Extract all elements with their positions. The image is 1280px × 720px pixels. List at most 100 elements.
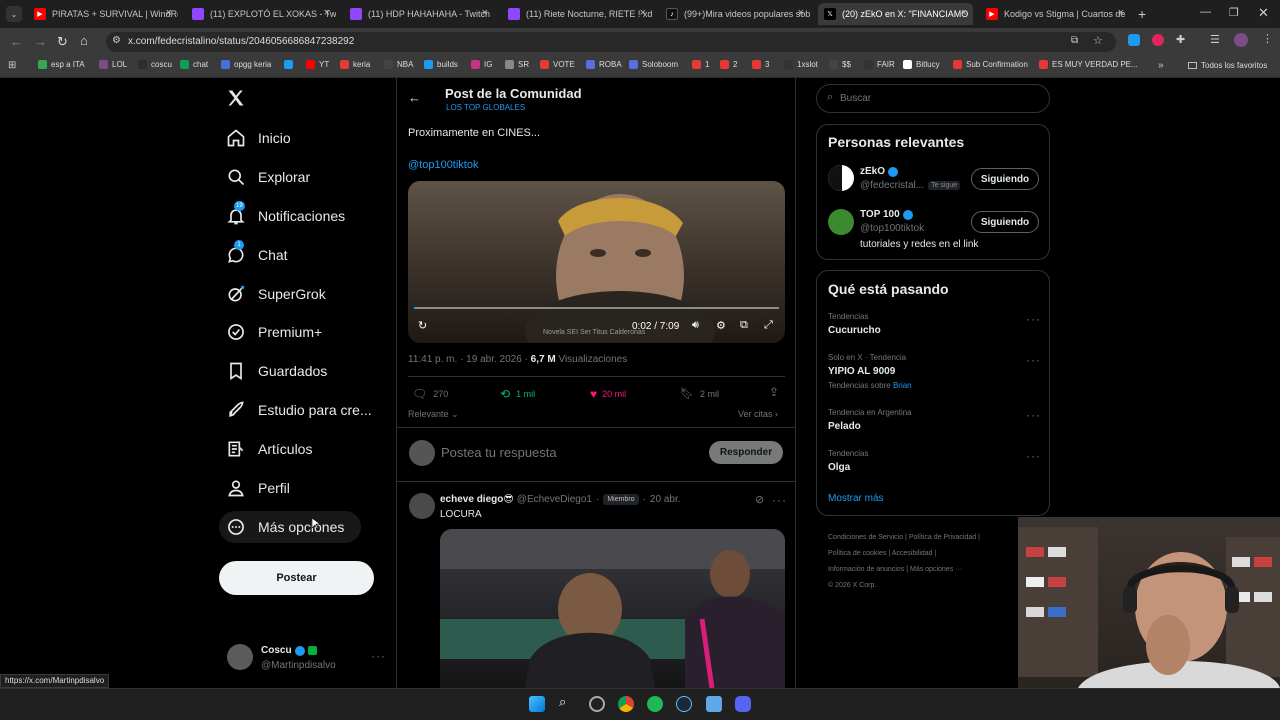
trend-extra-link[interactable]: Brian bbox=[893, 381, 912, 390]
site-info-icon[interactable]: ⚙ bbox=[112, 35, 121, 46]
sidebar-item-mas-opciones[interactable]: Más opciones bbox=[226, 513, 344, 541]
extension-icon[interactable] bbox=[1128, 34, 1140, 46]
bookmark-item[interactable]: FAIR bbox=[864, 60, 895, 69]
search-input[interactable]: ⌕ Buscar bbox=[816, 84, 1050, 113]
account-switcher[interactable]: Coscu @Martinpdisalvo ··· bbox=[227, 643, 387, 675]
bookmark-item[interactable]: chat bbox=[180, 60, 208, 69]
person-name[interactable]: zEkO bbox=[860, 166, 885, 177]
view-quotes-link[interactable]: Ver citas › bbox=[738, 409, 778, 419]
trend-more-icon[interactable]: ··· bbox=[1026, 408, 1041, 422]
bookmark-item[interactable]: 1xslot bbox=[784, 60, 818, 69]
bookmark-action[interactable]: 🔖︎ 2 mil bbox=[680, 387, 719, 400]
sidebar-item-premium[interactable]: Premium+ bbox=[226, 318, 322, 346]
sidebar-item-notificaciones[interactable]: 19 Notificaciones bbox=[226, 201, 345, 230]
browser-tab[interactable]: (11) HDP HAHAHAHA - Twitch × bbox=[344, 3, 494, 25]
close-tab-icon[interactable]: × bbox=[640, 7, 646, 19]
repost-action[interactable]: ⟲ 1 mil bbox=[500, 387, 535, 401]
bookmark-item[interactable]: LOL bbox=[99, 60, 127, 69]
app-icon[interactable] bbox=[589, 696, 605, 712]
spotify-icon[interactable] bbox=[647, 696, 663, 712]
bookmark-item[interactable]: VOTE bbox=[540, 60, 575, 69]
bookmark-item[interactable]: coscu bbox=[138, 60, 172, 69]
minimize-button[interactable]: — bbox=[1200, 6, 1211, 18]
back-arrow-icon[interactable]: ← bbox=[408, 90, 421, 105]
extension-icon[interactable] bbox=[1152, 34, 1164, 46]
close-tab-icon[interactable]: × bbox=[1118, 7, 1124, 19]
star-icon[interactable]: ☆ bbox=[1093, 34, 1103, 47]
discord-icon[interactable] bbox=[735, 696, 751, 712]
trend-item[interactable]: Tendencias Cucurucho ··· bbox=[817, 309, 1049, 345]
replay-icon[interactable]: ↻ bbox=[418, 319, 427, 332]
reply-input[interactable]: Postea tu respuesta bbox=[441, 445, 696, 460]
x-logo-icon[interactable] bbox=[226, 88, 248, 110]
person-name[interactable]: TOP 100 bbox=[860, 209, 900, 220]
forward-icon[interactable]: → bbox=[34, 34, 47, 49]
reply-author-name[interactable]: echeve diego😎 bbox=[440, 494, 514, 505]
reply-video[interactable] bbox=[440, 529, 785, 688]
reply-author-handle[interactable]: @EcheveDiego1 bbox=[517, 494, 592, 505]
chrome-icon[interactable] bbox=[618, 696, 634, 712]
browser-tab[interactable]: ▶ Kodigo vs Stigma | Cuartos de × bbox=[980, 3, 1130, 25]
post-button[interactable]: Postear bbox=[219, 561, 374, 595]
bookmark-item[interactable]: IG bbox=[471, 60, 492, 69]
avatar[interactable] bbox=[828, 165, 854, 191]
settings-icon[interactable]: ⚙ bbox=[716, 319, 726, 332]
following-button[interactable]: Siguiendo bbox=[971, 211, 1039, 233]
reply-button[interactable]: Responder bbox=[709, 441, 783, 464]
bookmark-item[interactable]: ROBA bbox=[586, 60, 622, 69]
close-tab-icon[interactable]: × bbox=[961, 7, 967, 19]
bookmark-item[interactable]: Soloboom bbox=[629, 60, 678, 69]
bookmark-item[interactable]: builds bbox=[424, 60, 458, 69]
tab-list-button[interactable]: ⌄ bbox=[6, 6, 22, 22]
bookmark-item[interactable]: ES MUY VERDAD PE... bbox=[1039, 60, 1138, 69]
volume-icon[interactable]: 🔊︎ bbox=[692, 319, 699, 332]
pip-icon[interactable]: ⧉ bbox=[740, 319, 748, 332]
close-tab-icon[interactable]: × bbox=[798, 7, 804, 19]
bookmark-item[interactable]: NBA bbox=[384, 60, 413, 69]
close-tab-icon[interactable]: × bbox=[324, 7, 330, 19]
reply-action[interactable]: 🗨︎ 270 bbox=[412, 387, 448, 401]
browser-tab[interactable]: ▶ PIRATAS + SURVIVAL | WindRo × bbox=[28, 3, 178, 25]
mention-link[interactable]: @top100tiktok bbox=[408, 159, 479, 171]
account-more-icon[interactable]: ··· bbox=[371, 649, 386, 663]
side-panel-icon[interactable]: ☰ bbox=[1210, 33, 1220, 46]
video-player[interactable]: Novela SEI Ser Titus Calderonas ↻ 0:02 /… bbox=[408, 181, 785, 343]
browser-tab[interactable]: (11) EXPLOTÓ EL XOKAS - Twitc × bbox=[186, 3, 336, 25]
browser-tab[interactable]: ♪ (99+)Mira videos populares sob × bbox=[660, 3, 810, 25]
bookmark-item[interactable]: 2 bbox=[720, 60, 737, 69]
sidebar-item-guardados[interactable]: Guardados bbox=[226, 357, 327, 385]
sidebar-item-inicio[interactable]: Inicio bbox=[226, 124, 291, 152]
trend-item[interactable]: Tendencias Olga ··· bbox=[817, 446, 1049, 482]
sidebar-item-explorar[interactable]: Explorar bbox=[226, 163, 310, 191]
avatar[interactable] bbox=[409, 493, 435, 519]
close-window-button[interactable]: ✕ bbox=[1258, 5, 1269, 21]
browser-tab[interactable]: (11) Riete Nocturne, RIETE ! xd × bbox=[502, 3, 652, 25]
reply-date[interactable]: 20 abr. bbox=[650, 494, 681, 505]
steam-icon[interactable] bbox=[676, 696, 692, 712]
following-button[interactable]: Siguiendo bbox=[971, 168, 1039, 190]
back-icon[interactable]: ← bbox=[10, 34, 23, 49]
bookmark-item[interactable]: SR bbox=[505, 60, 529, 69]
community-link[interactable]: LOS TOP GLOBALES bbox=[446, 103, 525, 112]
bookmark-item[interactable]: YT bbox=[306, 60, 329, 69]
like-action[interactable]: ♥ 20 mil bbox=[590, 387, 626, 401]
bookmarks-overflow-icon[interactable]: » bbox=[1158, 60, 1164, 71]
home-button-icon[interactable]: ⌂ bbox=[80, 33, 88, 48]
notepad-icon[interactable] bbox=[706, 696, 722, 712]
url-field[interactable]: ⚙ x.com/fedecristalino/status/2046056686… bbox=[106, 32, 1116, 52]
footer-link[interactable]: Política de cookies bbox=[828, 550, 886, 557]
sidebar-item-perfil[interactable]: Perfil bbox=[226, 474, 290, 502]
bookmark-item[interactable]: keria bbox=[340, 60, 370, 69]
bookmark-item[interactable]: opgg keria bbox=[221, 60, 271, 69]
browser-tab-active[interactable]: 𝕏 (20) zEkO en X: "FINANCIAMO × bbox=[818, 3, 973, 25]
sort-dropdown[interactable]: Relevante ⌄ bbox=[408, 409, 459, 420]
grok-icon[interactable]: ⊘ bbox=[755, 493, 764, 506]
trend-more-icon[interactable]: ··· bbox=[1026, 312, 1041, 326]
install-app-icon[interactable]: ⧉ bbox=[1071, 35, 1078, 46]
browser-menu-icon[interactable]: ⋮ bbox=[1262, 32, 1273, 45]
sidebar-item-chat[interactable]: 1 Chat bbox=[226, 240, 288, 269]
avatar[interactable] bbox=[828, 209, 854, 235]
close-tab-icon[interactable]: × bbox=[482, 7, 488, 19]
bookmark-item[interactable]: 3 bbox=[752, 60, 769, 69]
trend-more-icon[interactable]: ··· bbox=[1026, 353, 1041, 367]
